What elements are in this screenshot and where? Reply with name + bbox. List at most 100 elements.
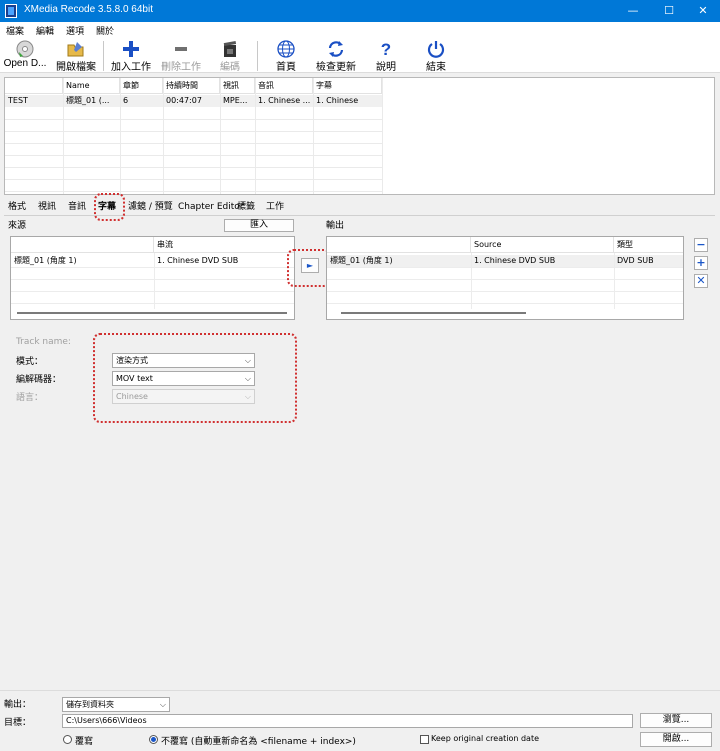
grid-line — [120, 78, 121, 194]
menu-edit[interactable]: 編輯 — [36, 24, 54, 37]
toolbar-separator — [257, 41, 258, 71]
grid-line — [220, 78, 221, 194]
close-button[interactable]: ✕ — [686, 0, 720, 22]
overwrite-label: 覆寫 — [75, 737, 94, 747]
menu-about[interactable]: 關於 — [96, 24, 114, 37]
maximize-button[interactable]: ☐ — [652, 0, 686, 22]
keep-creation-date-label: Keep original creation date — [431, 734, 539, 743]
grid-line — [11, 267, 294, 268]
clear-streams-button[interactable]: ✕ — [694, 274, 708, 288]
home-button[interactable]: 首頁 — [266, 38, 306, 73]
table-row[interactable]: 標題_01 (角度 1) 1. Chinese DVD SUB DVD SUB — [327, 255, 683, 267]
mode-dropdown[interactable]: 渲染方式 ⌵ — [112, 353, 255, 368]
column-header-chapters[interactable]: 章節 — [120, 78, 163, 94]
grid-line — [11, 303, 294, 304]
tab-filter-preview[interactable]: 濾鏡 / 預覽 — [128, 199, 173, 215]
cell-duration: 00:47:07 — [166, 96, 202, 105]
mode-label: 模式： — [16, 357, 44, 367]
output-stream-list[interactable]: Source 類型 標題_01 (角度 1) 1. Chinese DVD SU… — [326, 236, 684, 320]
menu-options[interactable]: 選項 — [66, 24, 84, 37]
exit-button[interactable]: 結束 — [418, 38, 454, 73]
overwrite-radio[interactable] — [63, 735, 72, 744]
output-item-source: 1. Chinese DVD SUB — [474, 256, 556, 265]
minus-icon — [175, 47, 187, 51]
column-header-subtitle[interactable]: 字幕 — [313, 78, 382, 94]
add-stream-arrow-button[interactable]: ► — [301, 258, 319, 273]
tab-audio[interactable]: 音訊 — [68, 199, 86, 215]
grid-line — [63, 78, 64, 194]
language-label: 語言： — [16, 393, 44, 403]
output-mode-label: 輸出： — [4, 700, 32, 710]
keep-creation-date-checkbox[interactable] — [420, 735, 429, 744]
help-button[interactable]: ? 說明 — [368, 38, 404, 73]
list-item-stream[interactable]: 1. Chinese DVD SUB — [154, 255, 294, 267]
tab-tags[interactable]: 標籤 — [237, 199, 255, 215]
cell-audio: 1. Chinese ... — [258, 96, 311, 105]
tab-subtitle[interactable]: 字幕 — [98, 199, 116, 215]
tab-format[interactable]: 格式 — [8, 199, 26, 215]
no-overwrite-label: 不覆寫 (自動重新命名為 <filename + index>) — [161, 737, 356, 747]
open-disc-button[interactable]: Open D... — [2, 38, 48, 73]
plus-icon — [123, 41, 139, 57]
tab-chapter-editor[interactable]: Chapter Editor — [178, 199, 243, 215]
table-row[interactable]: TEST 標題_01 (... 6 00:47:07 MPE... 1. Chi… — [5, 95, 382, 107]
language-dropdown[interactable]: Chinese ⌵ — [112, 389, 255, 404]
target-path-input[interactable]: C:\Users\666\Videos — [62, 714, 633, 728]
output-type-column[interactable]: 類型 — [614, 237, 683, 253]
grid-line — [313, 78, 314, 194]
horizontal-scrollbar[interactable] — [341, 312, 526, 314]
browse-button[interactable]: 瀏覽... — [640, 713, 712, 728]
grid-line — [382, 78, 383, 194]
open-folder-button[interactable]: 開啟... — [640, 732, 712, 747]
job-list-table[interactable]: Name 章節 持續時間 視訊 音訊 字幕 TEST 標題_01 (... 6 … — [4, 77, 715, 195]
svg-text:?: ? — [381, 40, 391, 58]
source-label: 來源 — [8, 221, 27, 231]
column-header-audio[interactable]: 音訊 — [255, 78, 313, 94]
menu-file[interactable]: 檔案 — [6, 24, 24, 37]
import-button[interactable]: 匯入 — [224, 219, 294, 232]
add-stream-button[interactable]: + — [694, 256, 708, 270]
chevron-down-icon: ⌵ — [244, 374, 251, 383]
language-value: Chinese — [116, 392, 148, 401]
open-file-icon — [67, 42, 84, 57]
power-icon — [427, 41, 445, 58]
delete-job-button[interactable]: 刪除工作 — [158, 38, 204, 73]
list-item[interactable]: 標題_01 (角度 1) — [11, 255, 154, 267]
horizontal-scrollbar[interactable] — [17, 312, 287, 314]
codec-dropdown[interactable]: MOV text ⌵ — [112, 371, 255, 386]
output-label: 輸出 — [326, 221, 345, 231]
column-header-video[interactable]: 視訊 — [220, 78, 255, 94]
column-header-name[interactable]: Name — [63, 78, 120, 94]
source-stream-column[interactable]: 串流 — [154, 237, 294, 253]
title-bar: XMedia Recode 3.5.8.0 64bit — ☐ ✕ — [0, 0, 720, 22]
add-job-button[interactable]: 加入工作 — [108, 38, 154, 73]
grid-line — [5, 143, 382, 144]
cell-name: 標題_01 (... — [66, 96, 110, 105]
tab-video[interactable]: 視訊 — [38, 199, 56, 215]
cell-subtitle: 1. Chinese — [316, 96, 359, 105]
target-label: 目標： — [4, 718, 32, 728]
track-name-label: Track name: — [16, 337, 71, 347]
globe-icon — [277, 40, 295, 58]
column-header-duration[interactable]: 持續時間 — [163, 78, 220, 94]
toolbar: Open D... 開啟檔案 加入工作 刪除工作 編碼 首頁 檢查更新 ? 說明… — [0, 38, 720, 73]
no-overwrite-radio[interactable] — [149, 735, 158, 744]
tab-jobs[interactable]: 工作 — [266, 199, 284, 215]
chevron-down-icon: ⌵ — [244, 356, 251, 365]
encode-button[interactable]: 編碼 — [210, 38, 250, 73]
grid-line — [5, 131, 382, 132]
open-file-button[interactable]: 開啟檔案 — [52, 38, 100, 73]
cell-chapters: 6 — [123, 96, 129, 105]
bottom-separator — [0, 690, 720, 691]
check-update-button[interactable]: 檢查更新 — [312, 38, 360, 73]
codec-value: MOV text — [116, 374, 153, 383]
grid-line — [327, 279, 683, 280]
output-source-column[interactable]: Source — [471, 237, 614, 253]
remove-stream-button[interactable]: − — [694, 238, 708, 252]
grid-line — [5, 191, 382, 192]
disc-icon — [16, 40, 34, 58]
output-mode-dropdown[interactable]: 儲存到資料夾 ⌵ — [62, 697, 170, 712]
grid-line — [327, 267, 683, 268]
source-stream-list[interactable]: 串流 標題_01 (角度 1) 1. Chinese DVD SUB — [10, 236, 295, 320]
minimize-button[interactable]: — — [616, 0, 650, 22]
